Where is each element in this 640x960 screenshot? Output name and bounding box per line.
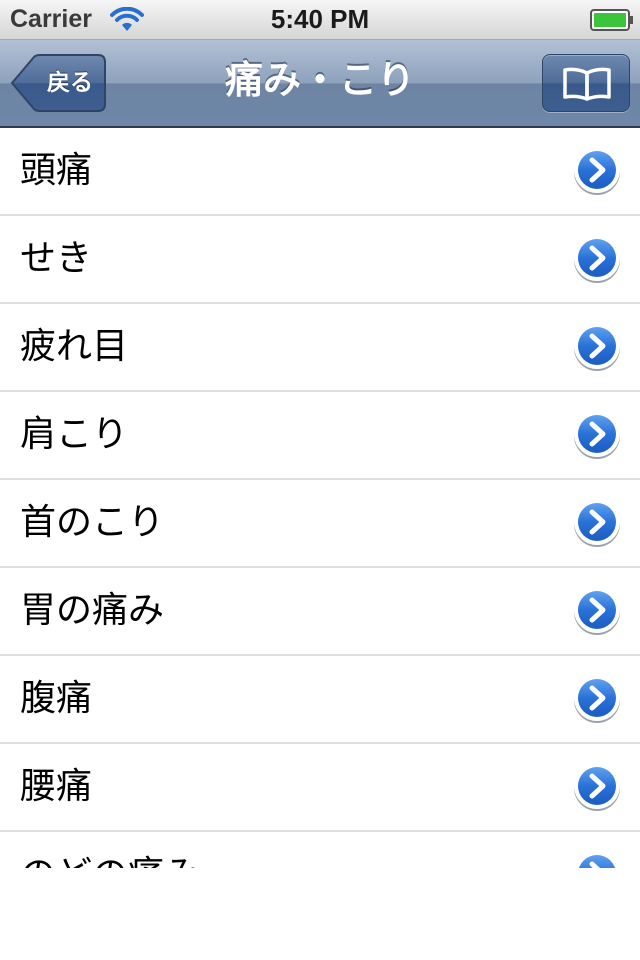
list-item[interactable]: 胃の痛み: [0, 568, 640, 656]
status-time: 5:40 PM: [270, 4, 370, 34]
list-item-label: 腹痛: [20, 678, 93, 719]
symptom-list: 頭痛 せき 疲れ目 肩こり 首のこり 胃の痛み 腹痛 腰痛 のどの痛み: [0, 128, 640, 868]
battery-icon: [590, 9, 634, 35]
list-item-label: 胃の痛み: [20, 590, 165, 631]
list-item[interactable]: せき: [0, 216, 640, 304]
list-item-label: 疲れ目: [20, 326, 129, 367]
list-item-label: 頭痛: [20, 150, 93, 191]
navigation-bar: 戻る 痛み・こり: [0, 40, 640, 128]
detail-disclosure-icon[interactable]: [572, 850, 622, 868]
list-item[interactable]: 肩こり: [0, 392, 640, 480]
detail-disclosure-icon[interactable]: [572, 410, 622, 460]
page-title: 痛み・こり: [224, 58, 415, 102]
list-item[interactable]: 首のこり: [0, 480, 640, 568]
list-item-label: 首のこり: [20, 502, 165, 543]
bookmarks-button[interactable]: [542, 54, 630, 112]
list-item-label: せき: [20, 238, 93, 279]
list-item[interactable]: 腹痛: [0, 656, 640, 744]
status-bar: Carrier 5:40 PM: [0, 0, 640, 40]
empty-area: [0, 868, 640, 960]
detail-disclosure-icon[interactable]: [572, 234, 622, 284]
back-button-label: 戻る: [47, 70, 93, 96]
detail-disclosure-icon[interactable]: [572, 322, 622, 372]
list-item[interactable]: のどの痛み: [0, 832, 640, 868]
detail-disclosure-icon[interactable]: [572, 146, 622, 196]
detail-disclosure-icon[interactable]: [572, 674, 622, 724]
list-item-label: 肩こり: [20, 414, 129, 455]
list-item[interactable]: 頭痛: [0, 128, 640, 216]
detail-disclosure-icon[interactable]: [572, 762, 622, 812]
list-item-label: のどの痛み: [20, 832, 200, 868]
list-item[interactable]: 腰痛: [0, 744, 640, 832]
list-item-label: 腰痛: [20, 766, 93, 807]
back-button[interactable]: 戻る: [10, 54, 106, 112]
list-item[interactable]: 疲れ目: [0, 304, 640, 392]
detail-disclosure-icon[interactable]: [572, 586, 622, 636]
detail-disclosure-icon[interactable]: [572, 498, 622, 548]
